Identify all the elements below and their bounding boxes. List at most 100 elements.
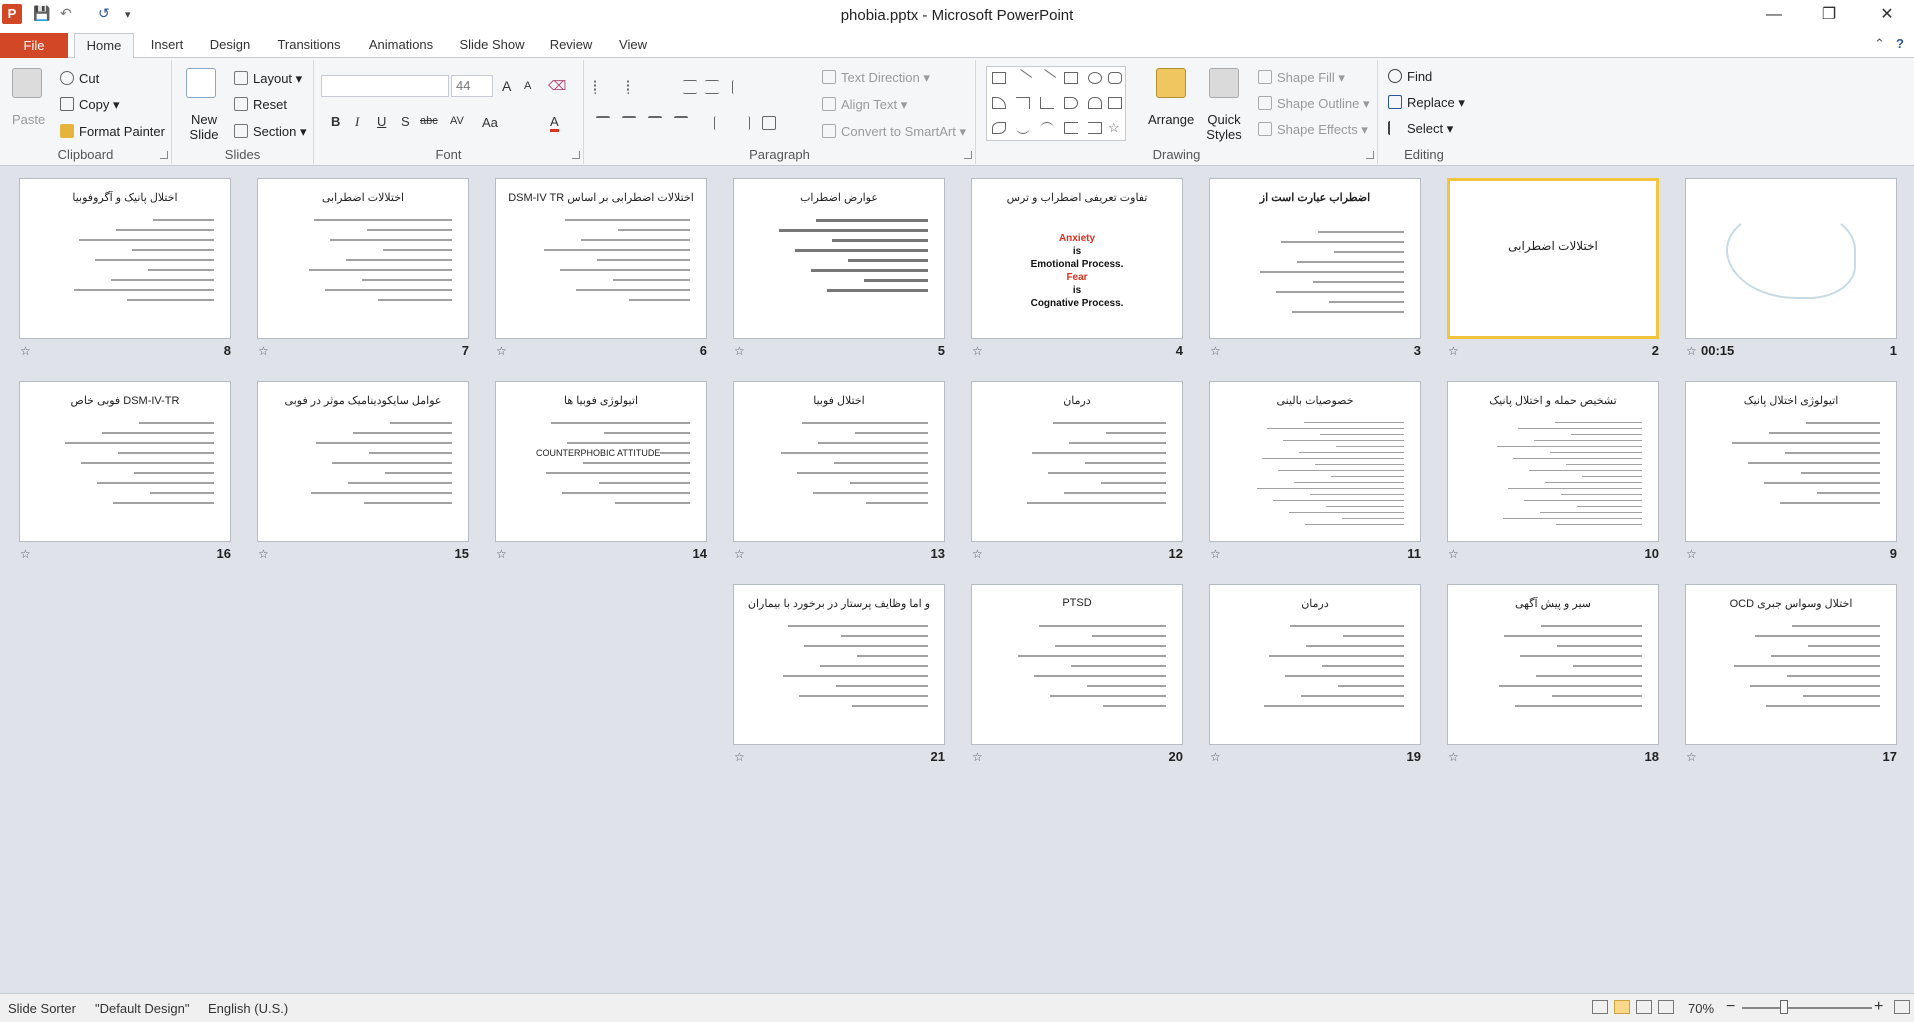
change-case-button[interactable]: Aa xyxy=(482,115,498,130)
align-center-icon[interactable] xyxy=(622,116,636,130)
tab-slide-show[interactable]: Slide Show xyxy=(455,33,529,59)
layout-button[interactable]: Layout ▾ xyxy=(234,71,302,87)
slide-thumbnail[interactable]: درمان xyxy=(971,381,1183,542)
down-arrow-shape-icon[interactable] xyxy=(1088,97,1102,109)
triangle-shape-icon[interactable] xyxy=(992,97,1006,109)
transition-star-icon[interactable]: ☆ xyxy=(1686,750,1697,764)
normal-view-icon[interactable] xyxy=(1592,1000,1608,1014)
font-name-combo[interactable] xyxy=(321,75,449,97)
customize-qat-icon[interactable]: ▾ xyxy=(125,8,131,21)
slide-thumbnail[interactable]: سیر و پیش آگهی xyxy=(1447,584,1659,745)
font-launcher-icon[interactable] xyxy=(572,151,580,159)
line-shape-icon[interactable] xyxy=(1013,69,1033,87)
paste-button[interactable]: Paste xyxy=(12,112,45,127)
slide-thumbnail[interactable]: PTSD xyxy=(971,584,1183,745)
slide-thumbnail[interactable]: اختلالات اضطرابی بر اساس DSM-IV TR xyxy=(495,178,707,339)
paragraph-launcher-icon[interactable] xyxy=(964,151,972,159)
transition-star-icon[interactable]: ☆ xyxy=(496,547,507,561)
help-icon[interactable]: ? xyxy=(1896,36,1904,51)
slide-thumbnail[interactable]: عوارض اضطراب xyxy=(733,178,945,339)
section-button[interactable]: Section ▾ xyxy=(234,124,307,140)
theme-name[interactable]: "Default Design" xyxy=(95,1001,190,1016)
line-spacing-icon[interactable] xyxy=(732,80,746,94)
transition-star-icon[interactable]: ☆ xyxy=(258,547,269,561)
undo-icon[interactable]: ↶ xyxy=(60,5,72,22)
ltr-icon[interactable] xyxy=(714,116,728,130)
bold-button[interactable]: B xyxy=(331,114,340,129)
collapse-ribbon-icon[interactable]: ⌃ xyxy=(1874,36,1885,52)
underline-button[interactable]: U xyxy=(377,114,386,129)
tab-insert[interactable]: Insert xyxy=(142,33,192,59)
slide-thumbnail[interactable]: اختلالات اضطرابی xyxy=(1447,178,1659,339)
close-button[interactable]: ✕ xyxy=(1864,0,1910,30)
tab-review[interactable]: Review xyxy=(546,33,596,59)
new-slide-button[interactable]: New Slide xyxy=(186,112,222,142)
numbering-icon[interactable] xyxy=(627,80,641,94)
slide-thumbnail[interactable]: درمان xyxy=(1209,584,1421,745)
strikethrough-button[interactable]: abc xyxy=(420,115,438,127)
arrange-button[interactable]: Arrange xyxy=(1148,112,1194,127)
font-size-combo[interactable]: 44 xyxy=(451,75,493,97)
slide-sorter-view-icon[interactable] xyxy=(1614,1000,1630,1014)
transition-star-icon[interactable]: ☆ xyxy=(972,344,983,358)
minimize-button[interactable]: — xyxy=(1751,0,1797,30)
zoom-out-button[interactable]: − xyxy=(1726,998,1735,1016)
justify-icon[interactable] xyxy=(674,116,688,130)
transition-star-icon[interactable]: ☆ xyxy=(972,750,983,764)
slide-thumbnail[interactable]: عوامل سایکودینامیک موثر در فوبی xyxy=(257,381,469,542)
columns-icon[interactable] xyxy=(762,116,776,130)
transition-star-icon[interactable]: ☆ xyxy=(1210,344,1221,358)
shrink-font-button[interactable]: A xyxy=(524,80,531,92)
transition-star-icon[interactable]: ☆ xyxy=(734,344,745,358)
elbow-connector-icon[interactable] xyxy=(1016,97,1030,109)
redo-icon[interactable]: ↺ xyxy=(98,5,110,22)
powerpoint-app-icon[interactable]: P xyxy=(2,4,22,24)
maximize-button[interactable]: ❐ xyxy=(1806,0,1852,30)
replace-button[interactable]: Replace ▾ xyxy=(1388,95,1465,111)
transition-star-icon[interactable]: ☆ xyxy=(1448,344,1459,358)
slide-thumbnail[interactable]: تشخیص حمله و اختلال پانیک xyxy=(1447,381,1659,542)
slide-thumbnail[interactable] xyxy=(1685,178,1897,339)
italic-button[interactable]: I xyxy=(355,114,359,130)
transition-star-icon[interactable]: ☆ xyxy=(1448,547,1459,561)
transition-star-icon[interactable]: ☆ xyxy=(1210,750,1221,764)
grow-font-button[interactable]: A xyxy=(502,78,511,94)
text-direction-button[interactable]: Text Direction ▾ xyxy=(822,70,930,86)
star-shape-icon[interactable]: ☆ xyxy=(1108,121,1122,134)
slide-thumbnail[interactable]: اختلال وسواس جبری OCD xyxy=(1685,584,1897,745)
clipboard-launcher-icon[interactable] xyxy=(160,151,168,159)
cut-button[interactable]: Cut xyxy=(60,71,99,86)
arc-shape-icon[interactable] xyxy=(1040,122,1054,134)
transition-star-icon[interactable]: ☆ xyxy=(734,750,745,764)
shape-fill-button[interactable]: Shape Fill ▾ xyxy=(1258,70,1345,86)
tab-file[interactable]: File xyxy=(0,33,68,58)
select-button[interactable]: Select ▾ xyxy=(1388,121,1453,137)
flowchart-shape-icon[interactable] xyxy=(1108,97,1122,109)
decrease-indent-icon[interactable] xyxy=(683,80,697,94)
tab-view[interactable]: View xyxy=(613,33,653,59)
slide-thumbnail[interactable]: اضطراب عبارت است از xyxy=(1209,178,1421,339)
character-spacing-button[interactable]: AV xyxy=(450,115,464,127)
slide-thumbnail[interactable]: تفاوت تعریفی اضطراب و ترس Anxiety is Emotio… xyxy=(971,178,1183,339)
rectangle-shape-icon[interactable] xyxy=(1064,72,1078,84)
shapes-gallery[interactable]: ☆ xyxy=(986,66,1126,141)
transition-star-icon[interactable]: ☆ xyxy=(972,547,983,561)
freeform-shape-icon[interactable] xyxy=(992,122,1006,134)
transition-star-icon[interactable]: ☆ xyxy=(20,344,31,358)
textbox-shape-icon[interactable] xyxy=(992,72,1006,84)
slide-thumbnail[interactable]: اختلال فوبیا xyxy=(733,381,945,542)
increase-indent-icon[interactable] xyxy=(705,80,719,94)
transition-star-icon[interactable]: ☆ xyxy=(258,344,269,358)
transition-star-icon[interactable]: ☆ xyxy=(1686,547,1697,561)
save-icon[interactable]: 💾 xyxy=(33,5,50,22)
transition-star-icon[interactable]: ☆ xyxy=(1686,344,1697,358)
tab-home[interactable]: Home xyxy=(74,33,134,59)
tab-animations[interactable]: Animations xyxy=(363,33,439,59)
zoom-slider-track[interactable] xyxy=(1742,1007,1872,1009)
zoom-level[interactable]: 70% xyxy=(1688,1001,1714,1016)
rtl-icon[interactable] xyxy=(736,116,750,130)
transition-star-icon[interactable]: ☆ xyxy=(1448,750,1459,764)
transition-star-icon[interactable]: ☆ xyxy=(734,547,745,561)
oval-shape-icon[interactable] xyxy=(1088,72,1102,84)
slide-thumbnail[interactable]: DSM-IV-TR فوبی خاص xyxy=(19,381,231,542)
